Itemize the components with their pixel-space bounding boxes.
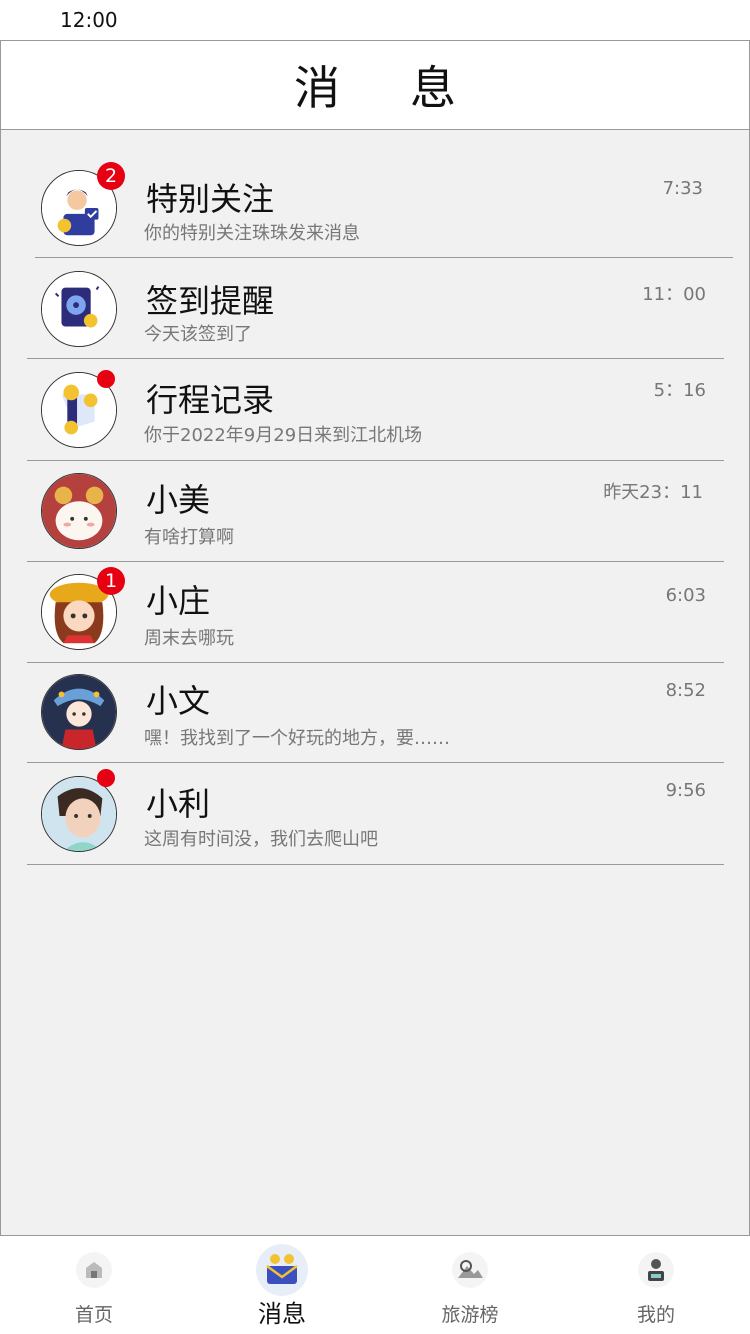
contact-name: 小利 — [146, 785, 211, 823]
tab-home[interactable]: 首页 — [0, 1236, 188, 1334]
bottom-tab-bar: 首页 消息 旅游榜 我的 — [0, 1236, 750, 1334]
page-title: 消息 — [294, 61, 526, 115]
unread-count-badge: 1 — [97, 567, 125, 595]
message-preview: 今天该签到了 — [144, 324, 252, 345]
message-list: 2 特别关注 你的特别关注珠珠发来消息 7:33 签到提醒 今天该签到了 11：… — [0, 129, 750, 1236]
contact-name: 行程记录 — [146, 381, 275, 419]
message-time: 昨天23：11 — [603, 482, 703, 503]
unread-count-badge: 2 — [97, 162, 125, 190]
sign-in-icon — [41, 271, 117, 347]
message-preview: 有啥打算啊 — [144, 527, 234, 548]
list-item-xiaoli[interactable]: 小利 这周有时间没，我们去爬山吧 9:56 — [1, 763, 750, 865]
message-preview: 你的特别关注珠珠发来消息 — [144, 223, 360, 244]
divider — [27, 864, 724, 865]
contact-name: 签到提醒 — [146, 282, 275, 320]
list-item-special-follow[interactable]: 2 特别关注 你的特别关注珠珠发来消息 7:33 — [1, 158, 750, 258]
message-preview: 周末去哪玩 — [144, 628, 234, 649]
bunny-avatar — [41, 473, 117, 549]
tab-label: 消息 — [258, 1300, 306, 1328]
list-item-trip-record[interactable]: 行程记录 你于2022年9月29日来到江北机场 5：16 — [1, 359, 750, 461]
message-preview: 嘿！我找到了一个好玩的地方，要…… — [144, 728, 450, 749]
contact-name: 小美 — [146, 481, 211, 519]
travel-rank-icon — [452, 1252, 488, 1288]
home-icon — [76, 1252, 112, 1288]
status-bar: 12:00 — [0, 0, 750, 40]
message-icon — [256, 1244, 308, 1296]
message-preview: 你于2022年9月29日来到江北机场 — [144, 425, 423, 446]
message-time: 9:56 — [665, 780, 706, 801]
contact-name: 小庄 — [146, 582, 211, 620]
tab-profile[interactable]: 我的 — [562, 1236, 750, 1334]
message-time: 7:33 — [662, 178, 703, 199]
tab-travel-rank[interactable]: 旅游榜 — [376, 1236, 564, 1334]
opera-avatar — [41, 674, 117, 750]
list-item-xiaowen[interactable]: 小文 嘿！我找到了一个好玩的地方，要…… 8:52 — [1, 662, 750, 763]
tab-label: 首页 — [74, 1304, 113, 1326]
kid-photo-avatar — [41, 776, 117, 852]
unread-dot-badge — [97, 769, 115, 787]
message-time: 11：00 — [642, 284, 706, 305]
page-header: 消息 — [0, 40, 750, 129]
tab-messages[interactable]: 消息 — [188, 1236, 376, 1334]
message-time: 8:52 — [665, 680, 706, 701]
message-time: 6:03 — [665, 585, 706, 606]
unread-dot-badge — [97, 370, 115, 388]
message-time: 5：16 — [653, 380, 706, 401]
profile-icon — [638, 1252, 674, 1288]
list-item-sign-in[interactable]: 签到提醒 今天该签到了 11：00 — [1, 258, 750, 359]
status-time: 12:00 — [60, 8, 118, 32]
contact-name: 特别关注 — [146, 180, 275, 218]
message-preview: 这周有时间没，我们去爬山吧 — [144, 829, 378, 850]
contact-name: 小文 — [146, 682, 211, 720]
tab-label: 我的 — [636, 1304, 675, 1326]
tab-label: 旅游榜 — [441, 1304, 499, 1326]
list-item-xiaozhuang[interactable]: 1 小庄 周末去哪玩 6:03 — [1, 562, 750, 663]
list-item-xiaomei[interactable]: 小美 有啥打算啊 昨天23：11 — [1, 461, 750, 562]
